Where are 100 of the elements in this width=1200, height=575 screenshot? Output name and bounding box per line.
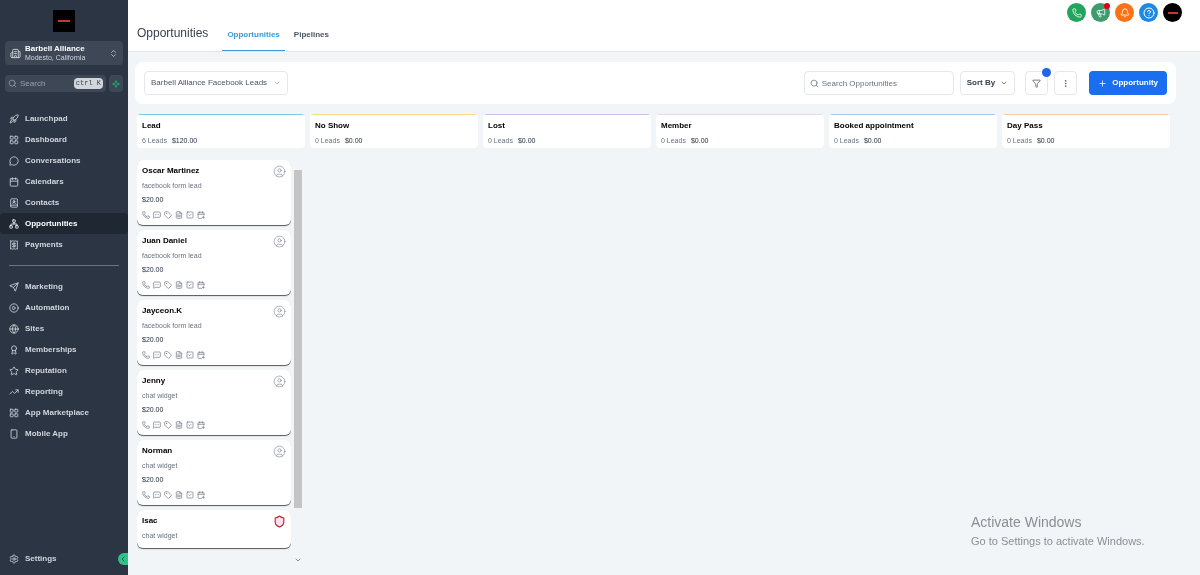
nav-item[interactable]: Calendars [0,171,128,192]
notifications-button[interactable] [1115,3,1134,22]
phone-button[interactable] [1067,3,1086,22]
phone-icon[interactable] [142,281,150,289]
nav-item[interactable]: Automation [0,297,128,318]
document-icon[interactable] [175,351,183,359]
stage-name: Member [661,120,693,132]
message-icon[interactable] [153,281,161,289]
document-icon[interactable] [175,281,183,289]
tag-icon[interactable] [164,491,172,499]
more-button[interactable] [1054,71,1078,95]
contact-name: Jenny [142,375,166,387]
nav-item[interactable]: Launchpad [0,108,128,129]
plus-icon [1098,78,1108,88]
chevron-icon [1000,79,1009,87]
settings-link[interactable]: Settings [0,553,66,565]
nav-item[interactable]: Conversations [0,150,128,171]
scroll-down-icon[interactable] [294,556,302,564]
building-icon [10,47,21,59]
user-icon[interactable] [273,305,286,318]
checkbox-icon[interactable] [186,211,194,219]
nav-item[interactable]: Mobile App [0,423,128,444]
filter-icon [1032,78,1042,88]
tag-icon[interactable] [164,211,172,219]
checkbox-icon[interactable] [186,491,194,499]
sort-button[interactable]: Sort By [959,71,1016,95]
chevron-icon [273,79,282,87]
filter-button[interactable] [1025,71,1049,95]
nav-item[interactable]: Reputation [0,360,128,381]
add-opportunity-button[interactable]: Opportunity [1089,71,1167,95]
rocket-icon [9,113,19,124]
tag-icon[interactable] [164,421,172,429]
contact-name: Isac [142,515,158,527]
calendar-icon[interactable] [197,351,205,359]
user-icon[interactable] [273,235,286,248]
user-icon[interactable] [273,165,286,178]
play-icon [9,302,19,313]
receipt-icon [9,239,19,250]
nav-item[interactable]: Opportunities [0,213,128,234]
message-icon[interactable] [153,351,161,359]
announcements-button[interactable] [1091,3,1110,22]
calendar-icon[interactable] [197,211,205,219]
award-icon [9,344,19,355]
nav-item[interactable]: Sites [0,318,128,339]
message-icon[interactable] [153,421,161,429]
contact-name: Jayceon.K [142,305,183,317]
phone-icon[interactable] [142,421,150,429]
checkbox-icon[interactable] [186,421,194,429]
search-icon [809,78,819,88]
megaphone-icon [1095,7,1106,18]
search-icon [8,79,17,88]
grid-icon [9,407,19,418]
contact-name: Juan Daniel [142,235,187,247]
calendar-icon[interactable] [197,491,205,499]
tab[interactable]: Pipelines [288,29,334,51]
phone-icon[interactable] [142,351,150,359]
stage-name: Day Pass [1007,120,1044,132]
nav-item[interactable]: Payments [0,234,128,255]
phone-icon[interactable] [142,491,150,499]
nav-item[interactable]: Contacts [0,192,128,213]
star-icon [9,365,19,376]
checkbox-icon[interactable] [186,351,194,359]
trend-icon [9,386,19,397]
nav-item[interactable]: Dashboard [0,129,128,150]
tag-icon[interactable] [164,281,172,289]
phone-icon [9,428,19,439]
document-icon[interactable] [175,491,183,499]
stage-name: Lost [488,120,506,132]
document-icon[interactable] [175,421,183,429]
document-icon[interactable] [175,211,183,219]
user-icon[interactable] [273,375,286,388]
calendar-icon[interactable] [197,421,205,429]
nav-item[interactable]: Memberships [0,339,128,360]
search-field[interactable]: Search [20,77,71,90]
collapse-button[interactable] [118,553,128,565]
chevron-left-icon [119,555,127,563]
calendar-icon[interactable] [197,281,205,289]
nav-item[interactable]: App Marketplace [0,402,128,423]
logo-icon [273,515,286,528]
user-icon[interactable] [273,445,286,458]
message-icon[interactable] [153,211,161,219]
checkbox-icon[interactable] [186,281,194,289]
nav-item[interactable]: Reporting [0,381,128,402]
search-field[interactable]: Search Opportunities [821,76,948,90]
send-icon [9,281,19,292]
profile-avatar[interactable] [1163,3,1182,22]
pipeline-select[interactable]: Barbell Alliance Facebook Leads [144,71,289,95]
help-icon [1142,6,1155,19]
logo-icon [53,10,75,32]
account-name: Barbell Alliance [25,44,86,53]
phone-icon[interactable] [142,211,150,219]
contacts-icon [9,197,19,208]
help-button[interactable] [1139,3,1158,22]
tag-icon[interactable] [164,351,172,359]
search-bar[interactable]: Search Opportunities [803,71,954,95]
message-icon[interactable] [153,491,161,499]
chevron-icon [109,48,118,58]
sparkle-icon [112,79,120,88]
quick-action-button[interactable] [109,75,123,92]
nav-item[interactable]: Marketing [0,276,128,297]
